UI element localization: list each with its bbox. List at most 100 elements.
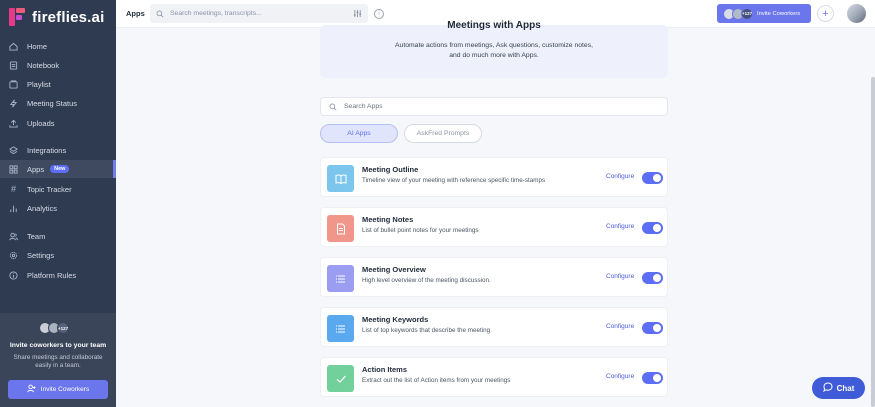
sidebar-item-analytics[interactable]: Analytics (0, 199, 116, 217)
sidebar-item-platform-rules[interactable]: Platform Rules (0, 266, 116, 284)
playlist-icon (9, 79, 18, 89)
app-toggle[interactable] (642, 322, 663, 334)
configure-link[interactable]: Configure (606, 173, 634, 180)
sidebar-item-playlist[interactable]: Playlist (0, 75, 116, 93)
search-icon (329, 98, 337, 116)
app-card-meeting-keywords: Meeting Keywords List of top keywords th… (320, 307, 668, 347)
app-name: Meeting Overview (362, 265, 426, 274)
app-toggle[interactable] (642, 222, 663, 234)
sidebar-item-home[interactable]: Home (0, 37, 116, 55)
lightning-icon (9, 99, 18, 108)
avatar-count: +127 (741, 7, 753, 20)
book-icon (327, 165, 354, 192)
user-avatar[interactable] (847, 4, 866, 23)
list-icon (327, 265, 354, 292)
apps-search[interactable] (320, 97, 668, 116)
sidebar-item-label: Integrations (27, 145, 67, 155)
chat-bubble-icon (822, 382, 833, 394)
coworker-avatars: +127 (723, 7, 753, 20)
sidebar-item-label: Home (27, 41, 48, 51)
bar-chart-icon (9, 204, 18, 213)
page-title: Apps (126, 9, 145, 18)
configure-link[interactable]: Configure (606, 373, 634, 380)
app-description: Extract out the list of Action items fro… (362, 377, 511, 384)
sidebar-item-label: Platform Rules (27, 270, 77, 280)
app-card-action-items: Action Items Extract out the list of Act… (320, 357, 668, 397)
hero-description: Automate actions from meetings, Ask ques… (395, 42, 593, 59)
notebook-icon (9, 60, 18, 70)
sidebar-item-notebook[interactable]: Notebook (0, 56, 116, 74)
search-icon (156, 5, 164, 23)
sidebar-item-topic-tracker[interactable]: # Topic Tracker (0, 180, 116, 198)
sidebar-item-team[interactable]: Team (0, 227, 116, 245)
check-icon (327, 365, 354, 392)
new-badge: New (50, 165, 70, 173)
invite-coworkers-top-button[interactable]: +127 Invite Coworkers (717, 4, 811, 23)
add-user-icon (27, 384, 36, 395)
sidebar-item-label: Team (27, 231, 46, 241)
add-button[interactable]: + (817, 5, 834, 22)
sidebar-item-label: Settings (27, 250, 55, 260)
gear-icon (9, 251, 18, 260)
info-icon[interactable]: i (374, 9, 384, 19)
scrollbar[interactable] (871, 77, 875, 407)
grid-icon (9, 164, 18, 174)
configure-link[interactable]: Configure (606, 223, 634, 230)
app-description: List of top keywords that describe the m… (362, 327, 491, 334)
sidebar-item-apps[interactable]: Apps New (0, 160, 116, 178)
sidebar-item-label: Topic Tracker (27, 184, 72, 194)
apps-hero: Meetings with Apps Automate actions from… (320, 20, 668, 78)
tab-ai-apps[interactable]: AI Apps (320, 124, 398, 143)
app-description: List of bullet point notes for your meet… (362, 227, 479, 234)
app-toggle[interactable] (642, 172, 663, 184)
app-toggle[interactable] (642, 372, 663, 384)
sidebar-item-label: Uploads (27, 118, 55, 128)
tab-askfred-prompts[interactable]: AskFred Prompts (404, 124, 482, 143)
sidebar-item-label: Meeting Status (27, 98, 78, 108)
fireflies-logo-icon (9, 8, 25, 26)
global-search-input[interactable] (170, 10, 340, 17)
brand[interactable]: fireflies.ai (9, 7, 104, 27)
app-card-meeting-notes: Meeting Notes List of bullet point notes… (320, 207, 668, 247)
info-icon (9, 270, 18, 280)
filter-icon[interactable] (353, 9, 362, 20)
invite-coworkers-button[interactable]: Invite Coworkers (8, 380, 108, 399)
invite-title: Invite coworkers to your team (9, 342, 107, 349)
configure-link[interactable]: Configure (606, 273, 634, 280)
hero-title: Meetings with Apps (447, 20, 541, 31)
sidebar: fireflies.ai Home Notebook Playlist Meet… (0, 0, 116, 407)
sidebar-item-settings[interactable]: Settings (0, 246, 116, 264)
app-card-meeting-overview: Meeting Overview High level overview of … (320, 257, 668, 297)
app-toggle[interactable] (642, 272, 663, 284)
app-name: Meeting Keywords (362, 315, 429, 324)
sidebar-item-uploads[interactable]: Uploads (0, 114, 116, 132)
avatar-count: +127 (57, 322, 69, 334)
app-card-meeting-outline: Meeting Outline Timeline view of your me… (320, 157, 668, 197)
layers-icon (9, 145, 18, 155)
sidebar-item-label: Notebook (27, 60, 60, 70)
upload-icon (9, 119, 18, 128)
chat-label: Chat (836, 383, 855, 393)
chat-button[interactable]: Chat (812, 377, 865, 399)
hash-icon: # (10, 184, 16, 194)
app-name: Meeting Outline (362, 165, 419, 174)
invite-coworkers-label: Invite Coworkers (757, 10, 801, 17)
sidebar-item-integrations[interactable]: Integrations (0, 141, 116, 159)
brand-name: fireflies.ai (32, 8, 105, 26)
app-description: High level overview of the meeting discu… (362, 277, 491, 284)
invite-coworkers-label: Invite Coworkers (40, 386, 90, 393)
sidebar-item-meeting-status[interactable]: Meeting Status (0, 94, 116, 112)
sidebar-item-label: Analytics (27, 203, 58, 213)
main-content: Meetings with Apps Automate actions from… (116, 20, 875, 407)
invite-description: Share meetings and collaborate easily in… (13, 354, 103, 369)
configure-link[interactable]: Configure (606, 323, 634, 330)
invite-panel: +127 Invite coworkers to your team Share… (0, 313, 116, 407)
apps-search-input[interactable] (344, 103, 644, 110)
app-name: Action Items (362, 365, 408, 374)
app-description: Timeline view of your meeting with refer… (362, 177, 546, 184)
home-icon (9, 42, 18, 51)
team-icon (9, 232, 18, 241)
sidebar-item-label: Apps (27, 164, 45, 174)
sidebar-item-label: Playlist (27, 79, 51, 89)
document-icon (327, 215, 354, 242)
